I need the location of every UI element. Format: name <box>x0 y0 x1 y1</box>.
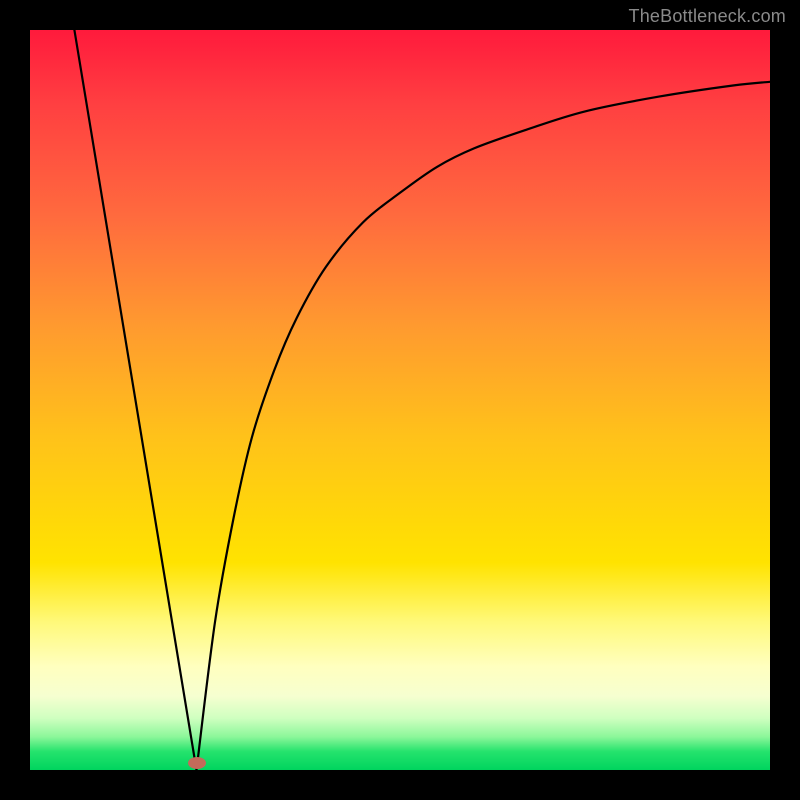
bottleneck-curve <box>30 30 770 770</box>
watermark-text: TheBottleneck.com <box>629 6 786 27</box>
optimal-point-marker <box>188 757 206 769</box>
chart-frame: TheBottleneck.com <box>0 0 800 800</box>
plot-area <box>30 30 770 770</box>
